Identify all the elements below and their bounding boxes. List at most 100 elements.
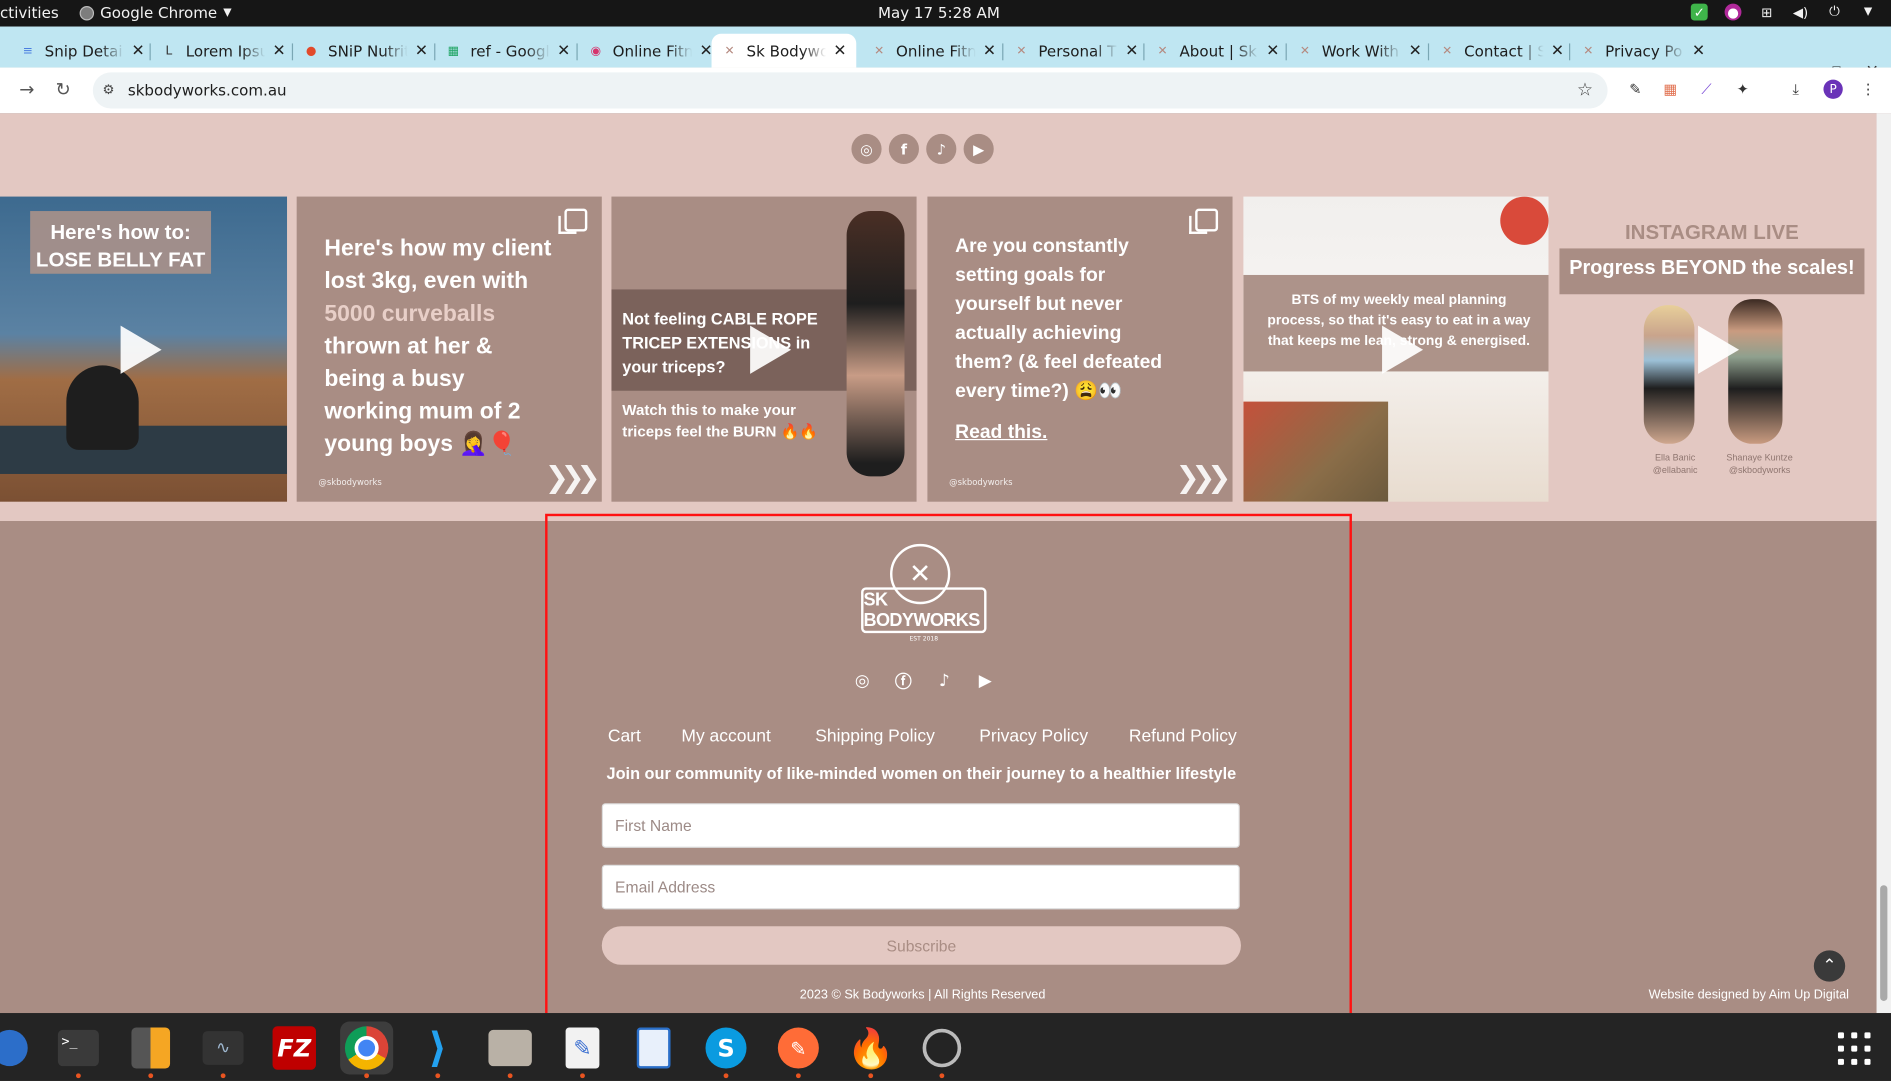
- address-bar[interactable]: ⚙ skbodyworks.com.au ☆: [92, 72, 1608, 109]
- designer-credit-link[interactable]: Website designed by Aim Up Digital: [1649, 988, 1849, 1002]
- vscode-icon[interactable]: ⟩: [411, 1021, 464, 1079]
- tab-4[interactable]: ◉ Online Fitn ✕: [587, 34, 712, 68]
- terminal-icon[interactable]: >_: [52, 1021, 105, 1079]
- close-icon[interactable]: ✕: [131, 42, 144, 60]
- profile-avatar[interactable]: P: [1823, 79, 1843, 99]
- extensions-puzzle-icon[interactable]: ✦: [1733, 80, 1752, 99]
- app-indicator-icon[interactable]: ●: [1724, 3, 1742, 21]
- first-name-input[interactable]: [603, 804, 1239, 847]
- tab-label: Work With: [1321, 41, 1399, 60]
- instagram-post-carousel[interactable]: Are you constantly setting goals for you…: [927, 196, 1233, 502]
- forward-icon[interactable]: →: [19, 78, 34, 100]
- instagram-post-video[interactable]: Here's how to: LOSE BELLY FAT: [0, 196, 288, 502]
- close-icon[interactable]: ✕: [983, 42, 996, 60]
- instagram-post-video[interactable]: INSTAGRAM LIVE Progress BEYOND the scale…: [1559, 196, 1865, 502]
- tab-6[interactable]: ✕ Online Fitn ✕: [871, 34, 996, 68]
- power-icon[interactable]: ⏻: [1826, 4, 1843, 21]
- instagram-post-video[interactable]: Not feeling CABLE ROPE TRICEP EXTENSIONS…: [611, 196, 917, 502]
- footer-link-cart[interactable]: Cart: [608, 727, 641, 746]
- chevron-down-icon[interactable]: ▼: [1860, 4, 1877, 21]
- writer-document-icon[interactable]: [627, 1021, 680, 1074]
- skype-icon[interactable]: S: [699, 1021, 752, 1079]
- tab-7[interactable]: ✕ Personal T ✕: [1013, 34, 1138, 68]
- calendar-extension-icon[interactable]: ▦: [1661, 80, 1680, 99]
- site-info-icon[interactable]: ⚙: [103, 82, 115, 98]
- tab-3[interactable]: ▦ ref - Googl ✕: [445, 34, 571, 68]
- thunderbird-icon[interactable]: [0, 1021, 36, 1074]
- lorem-icon: L: [165, 44, 173, 58]
- postman-icon[interactable]: ✎: [772, 1021, 825, 1079]
- filezilla-icon[interactable]: FZ: [268, 1021, 321, 1074]
- tiktok-icon[interactable]: ♪: [926, 133, 957, 165]
- screen-recorder-icon[interactable]: [915, 1021, 968, 1079]
- close-icon[interactable]: ✕: [1692, 42, 1705, 60]
- tab-label: Snip Detai: [44, 41, 123, 60]
- email-input[interactable]: [603, 865, 1239, 909]
- text-editor-icon[interactable]: ✎: [556, 1021, 609, 1079]
- tab-10[interactable]: ✕ Contact | S ✕: [1439, 34, 1564, 68]
- instagram-icon[interactable]: ◎: [851, 671, 873, 693]
- tab-5[interactable]: ✕ Sk Bodywo ✕: [711, 33, 857, 68]
- show-apps-grid-icon[interactable]: [1837, 1032, 1871, 1065]
- network-icon[interactable]: ⊞: [1758, 4, 1775, 21]
- volume-icon[interactable]: ◀): [1792, 4, 1809, 21]
- close-icon[interactable]: ✕: [1551, 42, 1564, 60]
- shield-check-icon[interactable]: ✓: [1690, 3, 1708, 21]
- app-menu[interactable]: Google Chrome ▼: [79, 4, 232, 22]
- footer-link-shipping-policy[interactable]: Shipping Policy: [815, 727, 935, 746]
- download-icon[interactable]: ⤓: [1786, 80, 1805, 99]
- tab-0[interactable]: ≡ Snip Detai ✕: [19, 34, 145, 68]
- instagram-post-carousel[interactable]: Here's how my client lost 3kg, even with…: [296, 196, 602, 502]
- close-icon[interactable]: ✕: [1409, 42, 1422, 60]
- activities-button[interactable]: ctivities: [0, 4, 59, 22]
- first-name-field[interactable]: [601, 803, 1240, 848]
- close-icon[interactable]: ✕: [1125, 42, 1138, 60]
- system-monitor-icon[interactable]: ∿: [197, 1021, 250, 1079]
- facebook-icon[interactable]: ⓕ: [892, 671, 914, 692]
- google-play-icon[interactable]: ▶: [963, 133, 994, 165]
- menu-kebab-icon[interactable]: ⋮: [1858, 80, 1877, 99]
- eyedropper-extension-icon[interactable]: ✎: [1626, 80, 1645, 99]
- email-field[interactable]: [601, 864, 1240, 910]
- close-icon[interactable]: ✕: [1266, 42, 1279, 60]
- guest-handle: @ellabanic: [1652, 464, 1698, 476]
- play-icon[interactable]: [1381, 325, 1423, 374]
- tiktok-icon[interactable]: ♪: [933, 671, 955, 693]
- play-icon[interactable]: [1697, 325, 1739, 374]
- close-icon[interactable]: ✕: [273, 42, 286, 60]
- reload-icon[interactable]: ↻: [55, 78, 70, 100]
- sk-bodyworks-logo[interactable]: ✕ SK BODYWORKS EST 2018: [861, 543, 987, 643]
- files-icon[interactable]: [484, 1021, 537, 1079]
- clock[interactable]: May 17 5:28 AM: [878, 4, 1000, 22]
- tile-text-line: actually achieving: [955, 323, 1122, 344]
- close-icon[interactable]: ✕: [557, 42, 570, 60]
- google-play-icon[interactable]: ▶: [974, 671, 996, 693]
- scrollbar-thumb[interactable]: [1880, 885, 1888, 1001]
- system-tray[interactable]: ✓ ● ⊞ ◀) ⏻ ▼: [1690, 3, 1877, 21]
- tab-9[interactable]: ✕ Work With ✕: [1296, 34, 1422, 68]
- page-scrollbar[interactable]: [1876, 113, 1891, 1014]
- instagram-post-video[interactable]: BTS of my weekly meal planning process, …: [1243, 196, 1549, 502]
- tab-11[interactable]: ✕ Privacy Po ✕: [1580, 34, 1705, 68]
- url-text[interactable]: skbodyworks.com.au: [128, 81, 287, 99]
- flame-app-icon[interactable]: 🔥: [844, 1021, 897, 1079]
- play-icon[interactable]: [119, 325, 162, 374]
- bookmark-star-icon[interactable]: ☆: [1577, 78, 1593, 100]
- instagram-icon[interactable]: ◎: [851, 133, 882, 165]
- footer-link-privacy-policy[interactable]: Privacy Policy: [979, 727, 1088, 746]
- play-icon[interactable]: [749, 325, 791, 374]
- chrome-icon[interactable]: [340, 1021, 394, 1079]
- tab-2[interactable]: ● SNiP Nutrit ✕: [303, 34, 428, 68]
- footer-link-refund-policy[interactable]: Refund Policy: [1129, 727, 1237, 746]
- tab-1[interactable]: L Lorem Ipsu ✕: [160, 34, 285, 68]
- tab-8[interactable]: ✕ About | Sk ✕: [1154, 34, 1280, 68]
- close-icon[interactable]: ✕: [415, 42, 428, 60]
- scroll-to-top-button[interactable]: ⌃: [1813, 950, 1846, 982]
- footer-link-my-account[interactable]: My account: [681, 727, 770, 746]
- page-viewport: ◎ f ♪ ▶ Here's how to: LOSE BELLY FAT He…: [0, 113, 1877, 1014]
- pen-extension-icon[interactable]: ⟋: [1697, 80, 1716, 99]
- facebook-icon[interactable]: f: [888, 133, 919, 165]
- calculator-icon[interactable]: [124, 1021, 177, 1079]
- subscribe-button[interactable]: Subscribe: [601, 926, 1241, 965]
- close-icon[interactable]: ✕: [833, 42, 846, 60]
